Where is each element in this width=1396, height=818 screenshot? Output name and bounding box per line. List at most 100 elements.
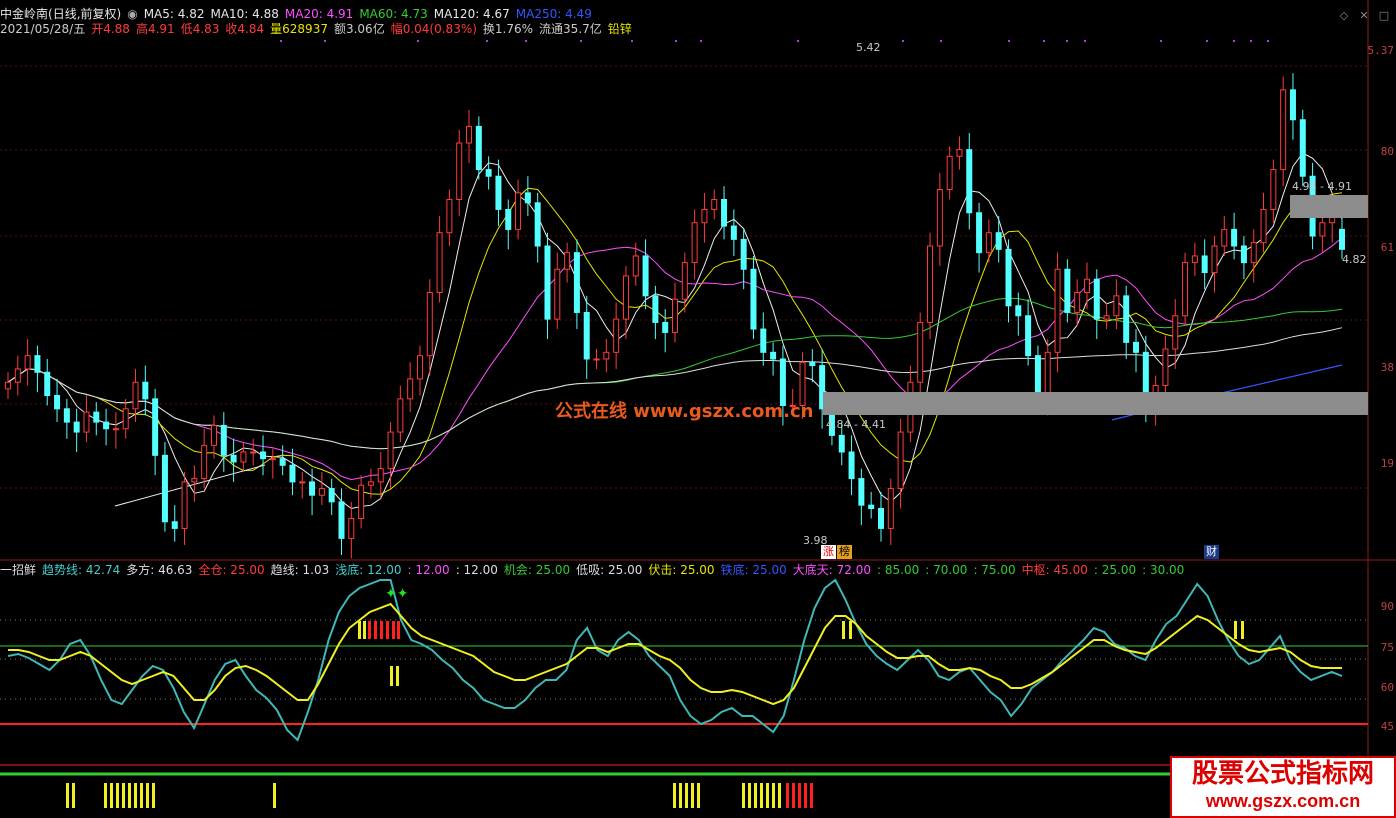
ma-value-3: MA60: 4.73 xyxy=(359,7,428,21)
candle-body xyxy=(1240,245,1247,264)
candle-body xyxy=(485,169,492,177)
support-trendline xyxy=(114,464,266,507)
candle-body xyxy=(358,484,365,519)
signal-dot xyxy=(675,40,677,42)
quote-line: 2021/05/28/五 开4.88 高4.91 低4.83 收4.84 量628937 额… xyxy=(0,21,638,37)
quote-field-8: 换1.76% xyxy=(482,22,534,36)
close-icon[interactable]: ✕ xyxy=(1358,10,1370,22)
indicator-field-11: 铁底: 25.00 xyxy=(720,563,787,577)
signal-dot xyxy=(1084,40,1086,42)
candle-body xyxy=(701,208,708,224)
candle-body xyxy=(93,411,100,423)
candle-body xyxy=(1289,89,1296,121)
logo-title: 股票公式指标网 xyxy=(1191,759,1374,789)
candle-body xyxy=(1113,295,1120,317)
candle-body xyxy=(858,478,865,506)
candle-body xyxy=(976,212,983,254)
indicator-field-13: : 85.00 xyxy=(877,563,920,577)
candle-body xyxy=(44,371,51,397)
candle-body xyxy=(436,232,443,294)
indicator-field-16: 中枢: 45.00 xyxy=(1021,563,1088,577)
candle-body xyxy=(103,421,110,430)
candle-body xyxy=(1074,292,1081,313)
candle-body xyxy=(220,424,227,456)
candle-body xyxy=(1162,348,1169,387)
maximize-icon[interactable]: □ xyxy=(1378,10,1390,22)
indicator-field-15: : 75.00 xyxy=(973,563,1016,577)
candle-body xyxy=(289,464,296,483)
candle-body xyxy=(1103,315,1110,320)
signal-dot xyxy=(525,40,527,42)
price-axis-label: 19 xyxy=(1380,457,1394,470)
candle-body xyxy=(838,434,845,453)
zhang-tag[interactable]: 涨 xyxy=(821,545,836,559)
bottom-bar-yellow xyxy=(128,783,131,808)
candle-body xyxy=(1044,351,1051,400)
bottom-bar-yellow xyxy=(754,783,757,808)
quote-field-9: 流通35.7亿 xyxy=(539,22,602,36)
bottom-bar-red xyxy=(786,783,789,808)
bottom-bar-yellow xyxy=(766,783,769,808)
bottom-bar-yellow xyxy=(72,783,75,808)
quote-field-2: 高4.91 xyxy=(135,22,175,36)
candle-body xyxy=(573,252,580,313)
upper-zone-label: 4.98 - 4.91 xyxy=(1292,180,1352,193)
candle-body xyxy=(240,451,247,463)
ma-value-5: MA250: 4.49 xyxy=(515,7,592,21)
diamond-icon[interactable]: ◇ xyxy=(1338,10,1350,22)
candle-body xyxy=(593,358,600,361)
candle-body xyxy=(1083,278,1090,294)
ma-list: MA5: 4.82 MA10: 4.88 MA20: 4.91 MA60: 4.73 M… xyxy=(144,7,598,21)
bang-tag[interactable]: 榜 xyxy=(837,545,852,559)
candle-body xyxy=(1250,242,1257,264)
candle-body xyxy=(730,225,737,240)
lower-zone-label: 4.84 - 4.41 xyxy=(826,418,886,431)
candle-body xyxy=(1299,119,1306,177)
candle-body xyxy=(1280,89,1287,171)
signal-bar-red xyxy=(386,621,389,639)
candle-body xyxy=(1270,169,1277,210)
candle-body xyxy=(652,295,659,323)
indicator-field-0: 一招鲜 xyxy=(0,563,37,577)
price-axis-label: 38 xyxy=(1380,361,1394,374)
candle-body xyxy=(299,481,306,484)
candle-body xyxy=(142,381,149,400)
bottom-bar-yellow xyxy=(685,783,688,808)
ma-value-4: MA120: 4.67 xyxy=(433,7,510,21)
signal-bar-yellow xyxy=(842,621,845,639)
bottom-bar-yellow xyxy=(697,783,700,808)
bottom-bar-yellow xyxy=(116,783,119,808)
bottom-bar-yellow xyxy=(104,783,107,808)
indicator-axis-label: 75 xyxy=(1380,641,1394,654)
signal-bar-yellow xyxy=(363,621,366,639)
candle-body xyxy=(868,504,875,509)
candle-body xyxy=(34,355,41,373)
bottom-bar-yellow xyxy=(122,783,125,808)
indicator-field-17: : 25.00 xyxy=(1093,563,1137,577)
bottom-bar-yellow xyxy=(760,783,763,808)
signal-dot xyxy=(1250,40,1252,42)
candle-body xyxy=(642,255,649,297)
signal-bar-red xyxy=(374,621,377,639)
stock-name[interactable]: 中金岭南 xyxy=(0,7,48,21)
signal-bar-red xyxy=(380,621,383,639)
signal-dot xyxy=(580,40,582,42)
candle-body xyxy=(1015,305,1022,317)
candle-body xyxy=(24,355,31,370)
indicator-axis-label: 60 xyxy=(1380,681,1394,694)
candle-body xyxy=(210,424,217,446)
candle-body xyxy=(760,328,767,353)
candle-body xyxy=(250,451,257,454)
quote-field-0: 2021/05/28/五 xyxy=(0,22,86,36)
indicator-field-1: 趋势线: 42.74 xyxy=(42,563,121,577)
candle-body xyxy=(1025,315,1032,357)
lower-zone-box xyxy=(823,392,1368,415)
period-label[interactable]: (日线,前复权) xyxy=(48,7,121,21)
cai-tag[interactable]: 财 xyxy=(1204,545,1219,559)
price-axis-label: 61 xyxy=(1380,241,1394,254)
candle-body xyxy=(770,351,777,360)
candle-body xyxy=(191,478,198,483)
candle-body xyxy=(1211,245,1218,274)
candle-body xyxy=(564,252,571,270)
settings-icon[interactable]: ◉ xyxy=(127,7,137,21)
